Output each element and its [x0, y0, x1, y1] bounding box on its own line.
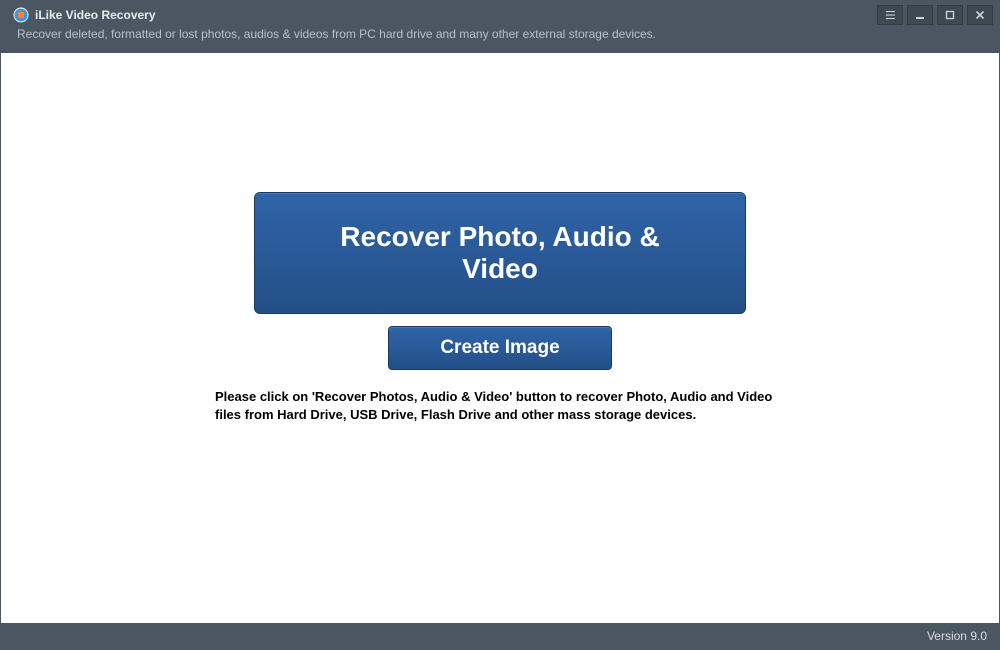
- create-image-button[interactable]: Create Image: [388, 326, 612, 370]
- header-left: iLike Video Recovery Recover deleted, fo…: [13, 7, 656, 41]
- instruction-text: Please click on 'Recover Photos, Audio &…: [215, 388, 785, 423]
- recover-button[interactable]: Recover Photo, Audio & Video: [254, 192, 746, 314]
- minimize-button[interactable]: [907, 5, 933, 25]
- footer-bar: Version 9.0: [1, 623, 999, 649]
- maximize-button[interactable]: [937, 5, 963, 25]
- window-controls: [877, 5, 993, 25]
- app-window: iLike Video Recovery Recover deleted, fo…: [0, 0, 1000, 650]
- app-icon: [13, 7, 29, 23]
- header-bar: iLike Video Recovery Recover deleted, fo…: [1, 1, 999, 53]
- app-title: iLike Video Recovery: [35, 8, 156, 22]
- title-row: iLike Video Recovery: [13, 7, 656, 23]
- version-label: Version 9.0: [927, 629, 987, 643]
- main-content: Recover Photo, Audio & Video Create Imag…: [1, 53, 999, 623]
- menu-icon[interactable]: [877, 5, 903, 25]
- app-subtitle: Recover deleted, formatted or lost photo…: [13, 27, 656, 41]
- close-button[interactable]: [967, 5, 993, 25]
